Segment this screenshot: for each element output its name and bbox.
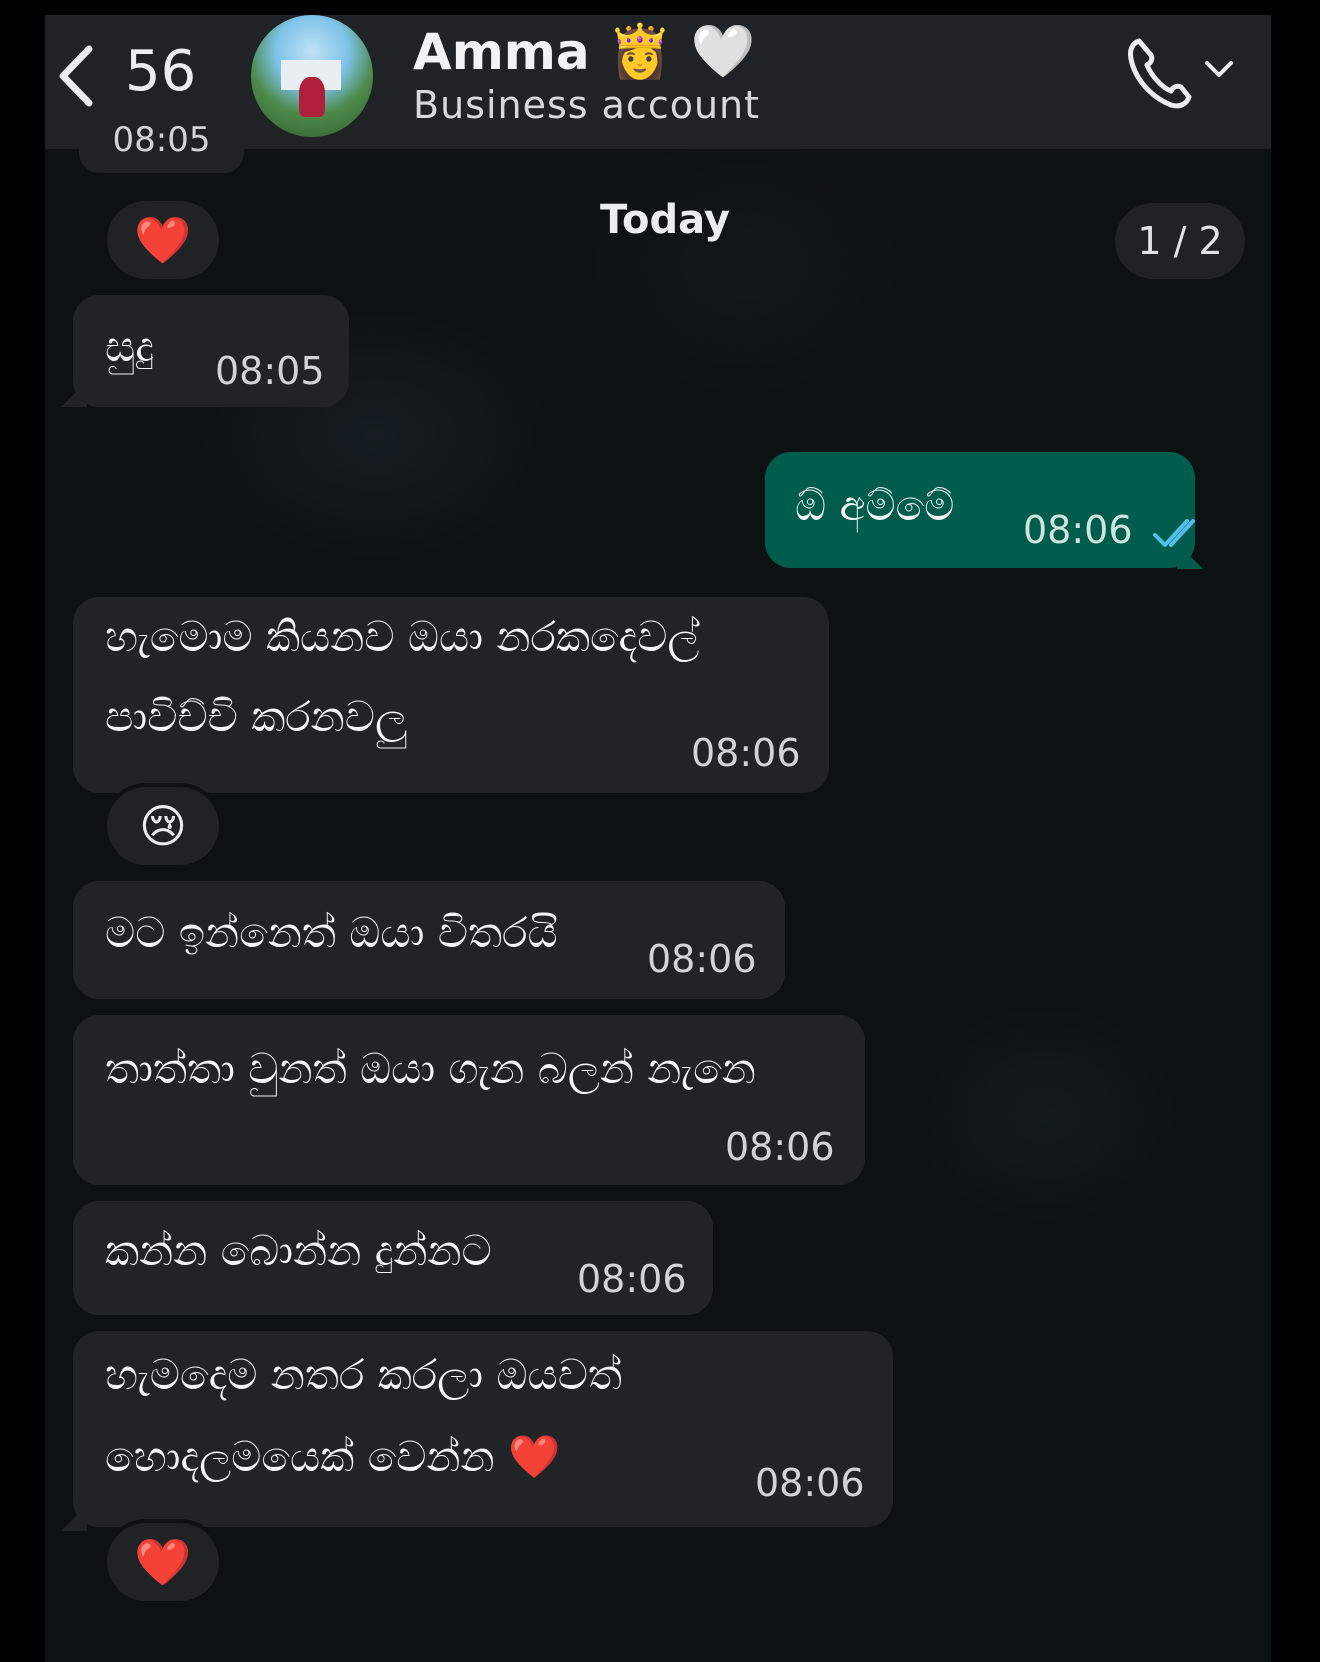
- message-bubble[interactable]: සුදු 08:05: [73, 295, 349, 407]
- message-text: තාත්තා වුනත් ඔයා ගැන බලන් නැනෙ: [105, 1044, 756, 1093]
- double-check-read-icon: [1152, 518, 1195, 547]
- message-bubble[interactable]: කන්න බොන්න දුන්නට 08:06: [73, 1201, 713, 1315]
- message-bubble[interactable]: හැමදෙම නතර කරලා ඔයවත් හොදලමයෙක් වෙන්න ❤️…: [73, 1331, 893, 1527]
- phone-call-icon[interactable]: [1125, 35, 1195, 111]
- reaction-emoji: ❤️: [134, 1534, 192, 1589]
- message-time: 08:06: [725, 1125, 835, 1169]
- reaction-emoji: 😢: [139, 799, 187, 853]
- reaction-crying[interactable]: 😢: [107, 787, 219, 865]
- message-bubble[interactable]: මට ඉන්නෙත් ඔයා විතරයි 08:06: [73, 881, 785, 999]
- reaction-emoji: ❤️: [134, 212, 192, 267]
- contact-name-text: Amma: [413, 23, 590, 81]
- message-time: 08:05: [215, 349, 325, 393]
- reaction-heart[interactable]: ❤️: [107, 201, 219, 279]
- message-text: කන්න බොන්න දුන්නට: [105, 1226, 492, 1275]
- contact-subtitle: Business account: [413, 83, 761, 127]
- message-time: 08:06: [577, 1257, 687, 1301]
- previous-message-stub: 08:05: [79, 125, 244, 173]
- date-separator: Today: [600, 197, 730, 243]
- message-time: 08:06: [691, 731, 801, 775]
- message-text-line-1: හැමදෙම නතර කරලා ඔයවත්: [105, 1350, 623, 1399]
- message-time: 08:06: [755, 1461, 865, 1505]
- message-text-line-2: පාවිච්චි කරනවලු: [105, 692, 408, 741]
- reaction-heart[interactable]: ❤️: [107, 1523, 219, 1601]
- page-indicator: 1 / 2: [1115, 203, 1245, 279]
- message-time: 08:06: [1023, 508, 1133, 552]
- unread-count[interactable]: 56: [125, 39, 196, 104]
- previous-message-time: 08:05: [112, 125, 211, 160]
- chevron-down-icon[interactable]: [1203, 59, 1235, 81]
- chat-screen: 56 Amma 👸 🤍 Business account 08:05 ❤️ Tod…: [45, 15, 1271, 1662]
- message-bubble[interactable]: හැමොම කියනව ඔයා නරකදෙවල් පාවිච්චි කරනවලු…: [73, 597, 829, 793]
- contact-avatar[interactable]: [251, 15, 373, 137]
- message-text-line-1: හැමොම කියනව ඔයා නරකදෙවල්: [105, 612, 700, 661]
- back-arrow-icon[interactable]: [53, 41, 103, 111]
- message-bubble-outgoing[interactable]: ඕ අම්මේ 08:06: [765, 452, 1195, 568]
- message-text: ඕ අම්මේ: [795, 481, 955, 530]
- message-text: මට ඉන්නෙත් ඔයා විතරයි: [105, 908, 558, 957]
- message-bubble[interactable]: තාත්තා වුනත් ඔයා ගැන බලන් නැනෙ 08:06: [73, 1015, 865, 1185]
- message-time: 08:06: [647, 937, 757, 981]
- contact-name[interactable]: Amma 👸 🤍: [413, 21, 755, 82]
- message-text: සුදු: [105, 322, 154, 371]
- message-text-line-2: හොදලමයෙක් වෙන්න ❤️: [105, 1432, 561, 1481]
- name-emojis: 👸 🤍: [607, 22, 756, 82]
